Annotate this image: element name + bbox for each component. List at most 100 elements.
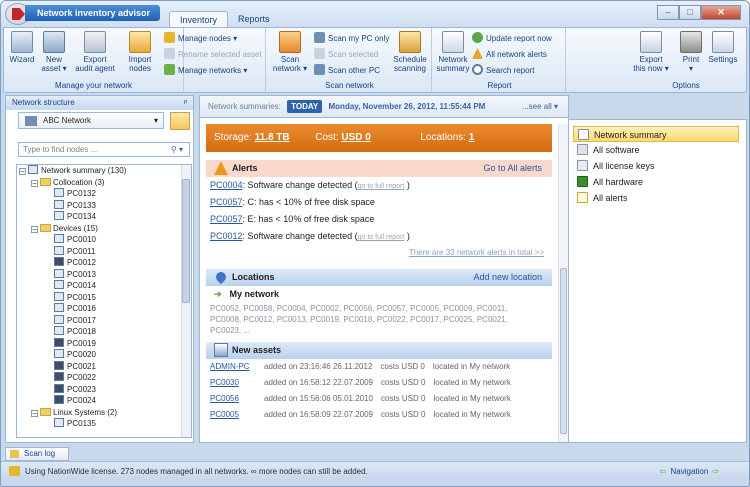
add-node-button[interactable] — [170, 112, 190, 130]
full-report-link[interactable]: go to full report — [358, 183, 405, 190]
go-to-all-alerts-link[interactable]: Go to All alerts — [483, 160, 542, 177]
tree-node[interactable]: PC0012 — [17, 257, 191, 269]
minimize-button[interactable]: – — [657, 5, 679, 20]
asset-name-link[interactable]: PC0030 — [210, 375, 256, 391]
alert-icon — [472, 48, 483, 59]
locations-count-link[interactable]: 1 — [469, 132, 475, 143]
cost-value-link[interactable]: USD 0 — [341, 132, 370, 143]
tree-node[interactable]: PC0010 — [17, 234, 191, 246]
tree-node[interactable]: – Devices (15) — [17, 223, 191, 235]
rename-asset-button[interactable]: Rename selected asset — [164, 48, 262, 61]
schedule-scanning-button[interactable]: Schedule scanning — [390, 31, 430, 73]
tree-node[interactable]: – Collocation (3) — [17, 177, 191, 189]
manage-nodes-button[interactable]: Manage nodes ▾ — [164, 32, 237, 45]
all-network-alerts-button[interactable]: All network alerts — [472, 48, 547, 61]
tab-inventory[interactable]: Inventory — [169, 11, 229, 27]
printer-icon — [680, 31, 702, 53]
scan-my-pc-button[interactable]: Scan my PC only — [314, 32, 389, 45]
tree-node[interactable]: PC0014 — [17, 280, 191, 292]
full-report-link[interactable]: go to full report — [358, 234, 405, 241]
asset-cost: costs USD 0 — [381, 410, 426, 419]
import-nodes-button[interactable]: Import nodes — [124, 31, 156, 73]
tree-node[interactable]: – Network summary (130) — [17, 165, 191, 177]
new-asset-button[interactable]: New asset ▾ — [40, 31, 68, 73]
tree-node[interactable]: PC0015 — [17, 291, 191, 304]
close-button[interactable]: ✕ — [701, 5, 741, 20]
see-all-link[interactable]: ...see all ▾ — [522, 96, 558, 118]
search-report-button[interactable]: Search report — [472, 64, 534, 77]
print-button[interactable]: Print ▾ — [678, 31, 704, 73]
tree-node[interactable]: PC0013 — [17, 268, 191, 281]
tree-node[interactable]: PC0023 — [17, 383, 191, 396]
maximize-button[interactable]: □ — [679, 5, 701, 20]
tree-node[interactable]: PC0135 — [17, 418, 191, 430]
nav-all-hardware[interactable]: All hardware — [573, 174, 739, 190]
settings-button[interactable]: Settings — [706, 31, 740, 64]
tree-node[interactable]: PC0018 — [17, 326, 191, 338]
export-this-now-button[interactable]: Export this now ▾ — [628, 31, 674, 73]
import-nodes-label: Import nodes — [128, 55, 152, 73]
asset-name-link[interactable]: PC0056 — [210, 391, 256, 407]
schedule-label: Schedule scanning — [393, 55, 427, 73]
update-report-button[interactable]: Update report now — [472, 32, 552, 45]
scan-selected-button[interactable]: Scan selected — [314, 48, 378, 61]
manage-networks-button[interactable]: Manage networks ▾ — [164, 64, 247, 77]
storage-value-link[interactable]: 11.8 TB — [255, 132, 290, 143]
tree-node[interactable]: PC0022 — [17, 372, 191, 384]
tree-node[interactable]: PC0019 — [17, 337, 191, 350]
tree-node[interactable]: PC0020 — [17, 349, 191, 361]
nav-network-summary[interactable]: Network summary — [573, 126, 739, 142]
scan-log-tab[interactable]: Scan log — [5, 447, 69, 461]
network-summary-button[interactable]: Network summary — [436, 31, 470, 73]
add-new-location-link[interactable]: Add new location — [473, 269, 542, 286]
alert-pc-link[interactable]: PC0057 — [210, 214, 243, 224]
collapse-toggle-icon[interactable]: – — [31, 225, 38, 233]
tree-node[interactable]: PC0017 — [17, 314, 191, 327]
location-item[interactable]: ➔ My network — [206, 286, 552, 303]
tree-node[interactable]: PC0011 — [17, 245, 191, 258]
tree-node-label: PC0010 — [67, 235, 96, 244]
find-nodes-input[interactable]: Type to find nodes ... ⚲ ▾ — [18, 142, 190, 157]
summary-scroll-thumb[interactable] — [560, 268, 567, 434]
nav-all-software[interactable]: All software — [573, 142, 739, 158]
tab-reports[interactable]: Reports — [228, 11, 280, 27]
tree-node[interactable]: PC0024 — [17, 395, 191, 407]
collapse-toggle-icon[interactable]: – — [19, 168, 26, 175]
search-icon[interactable]: ⚲ ▾ — [171, 143, 183, 156]
tree-node[interactable]: PC0132 — [17, 188, 191, 200]
scan-other-pc-button[interactable]: Scan other PC — [314, 64, 380, 77]
alert-pc-link[interactable]: PC0004 — [210, 180, 243, 190]
all-alerts-total-link[interactable]: There are 33 network alerts in total >> — [206, 245, 552, 261]
network-structure-panel: Network structure ᵖ ABC Network ▾ Type to … — [5, 95, 194, 443]
collapse-toggle-icon[interactable]: – — [31, 409, 38, 417]
summary-scrollbar[interactable] — [558, 124, 568, 442]
asset-name-link[interactable]: ADMIN-PC — [210, 359, 256, 375]
tree-node[interactable]: PC0133 — [17, 199, 191, 212]
tree-node-label: PC0021 — [67, 361, 96, 371]
network-selector[interactable]: ABC Network ▾ — [18, 112, 164, 129]
location-nodes-line-3: PC0023, ... — [210, 326, 251, 335]
folder-icon — [40, 177, 51, 186]
app-title[interactable]: Network inventory advisor — [25, 5, 161, 21]
wizard-button[interactable]: Wizard — [8, 31, 36, 64]
computer-icon — [54, 372, 64, 381]
tree-node[interactable]: PC0016 — [17, 303, 191, 315]
tree-scroll-thumb[interactable] — [182, 179, 190, 303]
manage-networks-icon — [164, 64, 175, 75]
tree-scrollbar[interactable] — [181, 165, 191, 437]
tree-node[interactable]: PC0134 — [17, 211, 191, 223]
today-button[interactable]: TODAY — [287, 100, 323, 113]
navigation-button[interactable]: ⇦ Navigation ⇨ — [660, 462, 719, 481]
pin-icon[interactable]: ᵖ — [184, 96, 187, 110]
alert-pc-link[interactable]: PC0012 — [210, 231, 243, 241]
tree-node[interactable]: PC0021 — [17, 360, 191, 373]
asset-row: PC0005 added on 16:58:09 22.07.2009 costs … — [206, 407, 552, 423]
nav-all-alerts[interactable]: All alerts — [573, 190, 739, 206]
asset-name-link[interactable]: PC0005 — [210, 407, 256, 423]
tree-node[interactable]: – Linux Systems (2) — [17, 407, 191, 419]
alert-pc-link[interactable]: PC0057 — [210, 197, 243, 207]
export-audit-agent-button[interactable]: Export audit agent — [74, 31, 116, 73]
scan-network-button[interactable]: Scan network ▾ — [270, 31, 310, 73]
nav-all-license-keys[interactable]: All license keys — [573, 158, 739, 174]
collapse-toggle-icon[interactable]: – — [31, 179, 38, 187]
